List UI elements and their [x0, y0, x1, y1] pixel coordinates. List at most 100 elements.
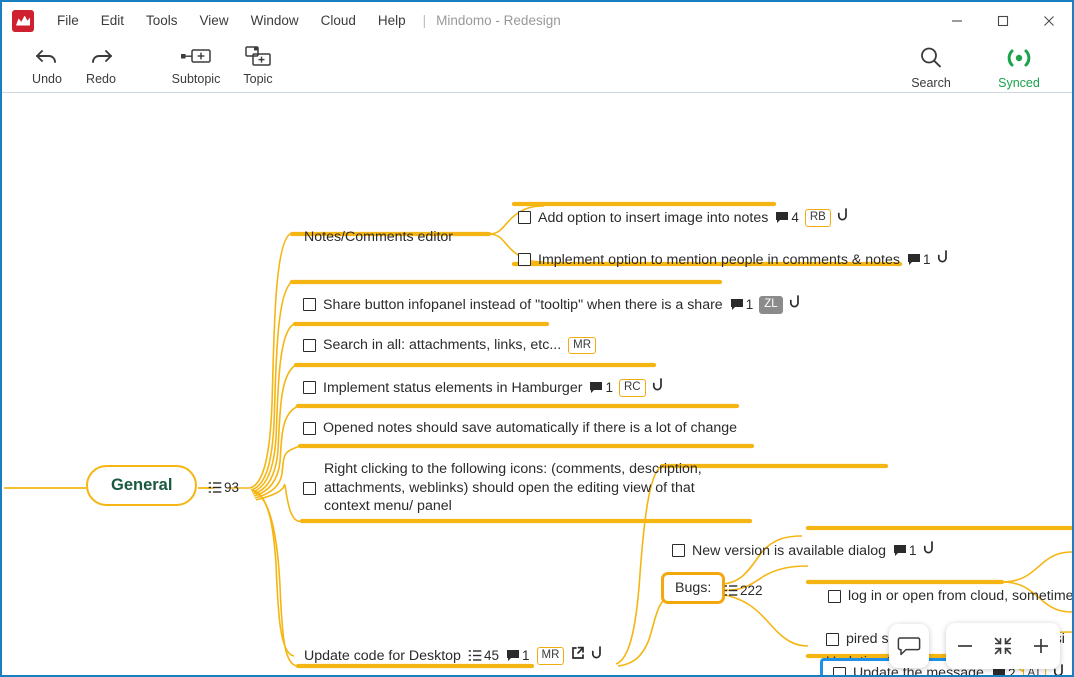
- node-log-in-open-cloud[interactable]: log in or open from cloud, sometimes: [828, 587, 1072, 606]
- node-notes-comments-editor[interactable]: Notes/Comments editor: [304, 228, 453, 247]
- list-icon: [208, 482, 222, 493]
- node-label: Implement status elements in Hamburger: [323, 379, 583, 396]
- menu-item-tools[interactable]: Tools: [135, 9, 189, 32]
- checkbox[interactable]: [833, 666, 846, 675]
- node-meta: 1: [907, 250, 948, 270]
- window-controls: [934, 2, 1072, 39]
- comment-icon: [590, 382, 603, 394]
- assignee-badge[interactable]: RB: [804, 209, 831, 227]
- redo-icon: [72, 43, 130, 69]
- comment-count[interactable]: 1: [589, 379, 613, 397]
- zoom-controls: [946, 623, 1060, 669]
- fit-to-screen-button[interactable]: [984, 624, 1022, 668]
- list-icon: [468, 650, 482, 662]
- node-status-elements-hamburger[interactable]: Implement status elements in Hamburger 1…: [303, 378, 663, 398]
- menu-item-help[interactable]: Help: [367, 9, 417, 32]
- mindomo-window: File Edit Tools View Window Cloud Help |…: [0, 0, 1074, 677]
- node-add-option-insert-image[interactable]: Add option to insert image into notes 4 …: [518, 208, 848, 228]
- external-link-icon[interactable]: [571, 646, 585, 666]
- comment-count[interactable]: 4: [775, 209, 799, 227]
- checkbox[interactable]: [303, 421, 316, 435]
- link-icon[interactable]: [937, 250, 948, 270]
- close-icon[interactable]: [1026, 4, 1072, 37]
- checkbox[interactable]: [518, 211, 531, 225]
- redo-button[interactable]: Redo: [72, 43, 130, 86]
- main-toolbar: Undo Redo Subtopic Topic Search Synced: [2, 39, 1072, 93]
- link-icon[interactable]: [591, 646, 602, 666]
- root-subtopic-count-value: 93: [224, 480, 240, 495]
- comment-tool-button[interactable]: [889, 624, 929, 668]
- menu-bar: File Edit Tools View Window Cloud Help |…: [46, 9, 561, 32]
- checkbox[interactable]: [303, 298, 316, 312]
- checkbox[interactable]: [826, 632, 839, 646]
- node-new-version-dialog[interactable]: New version is available dialog 1: [672, 541, 934, 561]
- node-label: New version is available dialog: [692, 542, 886, 559]
- link-icon[interactable]: [923, 541, 934, 561]
- node-meta: 1 RC: [589, 378, 662, 398]
- checkbox[interactable]: [303, 481, 316, 495]
- assignee-badge[interactable]: MR: [536, 647, 565, 665]
- mindomo-logo-icon: [12, 9, 34, 32]
- menu-item-view[interactable]: View: [189, 9, 240, 32]
- root-node-label: General: [111, 476, 173, 494]
- node-meta: 1 ZL: [730, 295, 800, 315]
- list-icon: [724, 585, 738, 596]
- mindmap-canvas[interactable]: General 93 Notes/Comments editor Add opt…: [2, 94, 1072, 675]
- bugs-subtopic-count: 222: [724, 583, 763, 598]
- subtopic-label: Subtopic: [171, 72, 221, 86]
- comment-count[interactable]: 1: [730, 296, 754, 314]
- maximize-icon[interactable]: [980, 4, 1026, 37]
- node-share-button-infopanel[interactable]: Share button infopanel instead of "toolt…: [303, 295, 800, 315]
- node-search-in-all[interactable]: Search in all: attachments, links, etc..…: [303, 336, 597, 355]
- comment-icon: [894, 545, 906, 557]
- node-right-click-icons[interactable]: Right clicking to the following icons: (…: [303, 460, 744, 516]
- node-label: Add option to insert image into notes: [538, 209, 769, 226]
- comment-count[interactable]: 1: [893, 542, 917, 560]
- comment-count-value: 1: [909, 542, 917, 558]
- zoom-in-button[interactable]: [1022, 624, 1060, 668]
- minimize-icon[interactable]: [934, 4, 980, 37]
- checkbox[interactable]: [828, 589, 841, 603]
- menu-item-window[interactable]: Window: [240, 9, 310, 32]
- assignee-badge[interactable]: ZL: [759, 296, 783, 314]
- sync-status-button[interactable]: Synced: [988, 41, 1050, 90]
- menu-item-file[interactable]: File: [46, 9, 90, 32]
- root-subtopic-count: 93: [208, 480, 239, 495]
- topic-button[interactable]: Topic: [230, 43, 286, 86]
- node-opened-notes-autosave[interactable]: Opened notes should save automatically i…: [303, 419, 737, 438]
- comment-count-value: 1: [605, 379, 613, 395]
- undo-button[interactable]: Undo: [18, 43, 76, 86]
- comment-icon: [506, 650, 519, 662]
- checkbox[interactable]: [518, 253, 531, 267]
- checkbox[interactable]: [303, 338, 316, 352]
- search-button[interactable]: Search: [900, 41, 962, 90]
- link-icon[interactable]: [789, 295, 800, 315]
- sync-label: Synced: [998, 76, 1040, 90]
- node-label: Notes/Comments editor: [304, 229, 454, 245]
- subtopic-icon: [166, 43, 226, 69]
- node-update-code-desktop[interactable]: Update code for Desktop 45 1 MR: [304, 646, 602, 666]
- root-node-general[interactable]: General: [86, 465, 198, 506]
- assignee-badge[interactable]: RC: [618, 379, 646, 397]
- comment-count[interactable]: 1: [506, 647, 530, 665]
- menu-item-cloud[interactable]: Cloud: [310, 9, 367, 32]
- node-mention-people-comments[interactable]: Implement option to mention people in co…: [518, 250, 948, 270]
- comment-count-value: 1: [745, 296, 754, 312]
- checkbox[interactable]: [303, 381, 316, 395]
- topic-label: Topic: [243, 72, 273, 86]
- link-icon[interactable]: [652, 378, 663, 398]
- menu-item-edit[interactable]: Edit: [90, 9, 135, 32]
- topic-icon: [230, 43, 286, 69]
- zoom-out-button[interactable]: [946, 624, 984, 668]
- node-label: Update code for Desktop: [304, 647, 461, 664]
- bugs-subtopic-count-value: 222: [740, 583, 763, 598]
- checkbox[interactable]: [672, 544, 685, 558]
- comment-count[interactable]: 1: [907, 251, 931, 269]
- subtopic-button[interactable]: Subtopic: [166, 43, 226, 86]
- assignee-badge[interactable]: MR: [568, 336, 597, 355]
- title-bar: File Edit Tools View Window Cloud Help |…: [2, 2, 1072, 39]
- node-bugs[interactable]: Bugs:: [661, 572, 726, 604]
- search-icon: [900, 41, 962, 75]
- link-icon[interactable]: [837, 208, 848, 228]
- plus-icon: [1034, 639, 1048, 653]
